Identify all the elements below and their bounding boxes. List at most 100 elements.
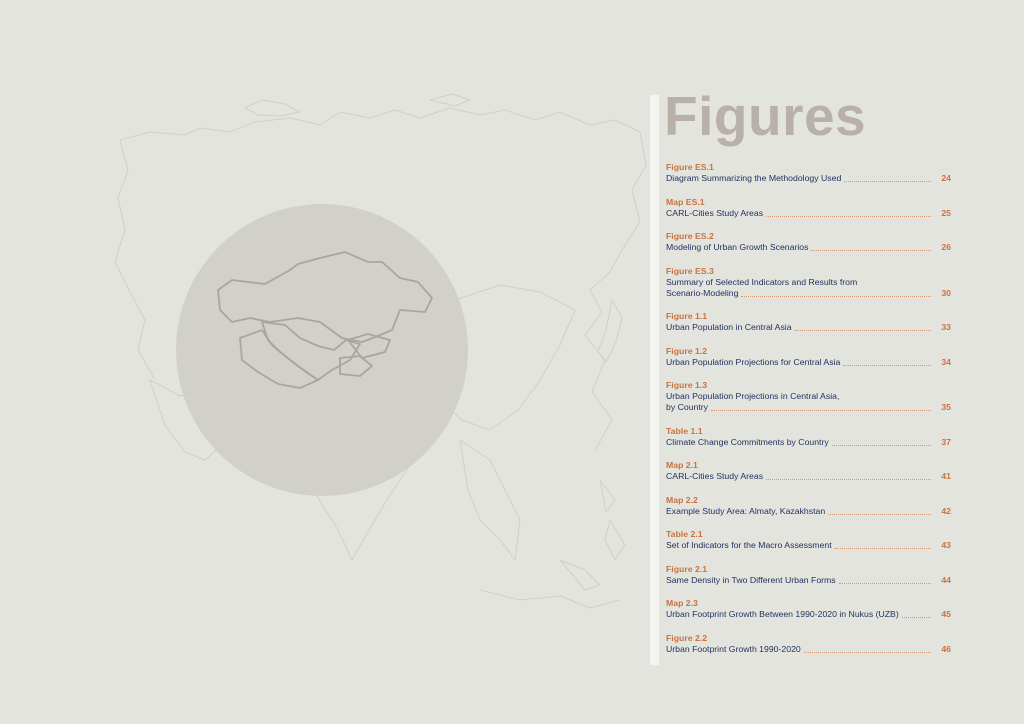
toc-entry[interactable]: Map ES.1 CARL-Cities Study Areas 25 xyxy=(666,197,951,219)
toc-entry-title: Scenario-Modeling xyxy=(666,287,739,298)
toc-entry-title: Summary of Selected Indicators and Resul… xyxy=(666,276,858,287)
toc-page-number: 45 xyxy=(941,609,951,619)
figures-list: Figure ES.1 Diagram Summarizing the Metho… xyxy=(666,162,951,667)
toc-entry[interactable]: Figure 2.2 Urban Footprint Growth 1990-20… xyxy=(666,633,951,655)
toc-entry-label: Figure 1.1 xyxy=(666,311,708,321)
toc-page-number: 33 xyxy=(941,322,951,332)
page-title: Figures xyxy=(664,85,867,147)
toc-entry-title: by Country xyxy=(666,402,709,412)
toc-page-number: 26 xyxy=(941,242,951,252)
toc-accent-bar xyxy=(650,95,659,665)
toc-entry-line: Urban Footprint Growth Between 1990-2020… xyxy=(666,609,951,620)
toc-entry[interactable]: Figure ES.1 Diagram Summarizing the Metho… xyxy=(666,162,951,184)
central-asia-highlight-circle xyxy=(176,204,468,496)
toc-page-number: 30 xyxy=(941,287,951,298)
toc-entry-label: Map 2.3 xyxy=(666,598,698,608)
toc-entry-title: CARL-Cities Study Areas xyxy=(666,471,764,481)
russia-coast-outline xyxy=(119,107,641,141)
toc-page-number: 35 xyxy=(941,402,951,412)
toc-dot-leader xyxy=(766,215,931,217)
toc-entry-label: Figure ES.2 xyxy=(666,231,714,241)
toc-entry-line: Same Density in Two Different Urban Form… xyxy=(666,575,951,586)
toc-entry-label: Figure ES.1 xyxy=(666,162,714,172)
toc-entry-line: Scenario-Modeling 30 xyxy=(666,288,951,299)
russia-island-outline-2 xyxy=(429,93,471,107)
toc-entry-label: Figure 1.3 xyxy=(666,380,708,390)
toc-dot-leader xyxy=(711,410,931,411)
toc-entry-label: Map 2.1 xyxy=(666,460,698,470)
toc-entry-label: Figure 2.2 xyxy=(666,632,708,643)
toc-entry-line: Modeling of Urban Growth Scenarios 26 xyxy=(666,242,951,253)
toc-page-number: 24 xyxy=(941,173,951,183)
toc-entry[interactable]: Figure ES.3 Summary of Selected Indicator… xyxy=(666,266,951,299)
toc-entry-label: Figure 2.1 xyxy=(666,563,708,574)
islands-outline xyxy=(479,589,621,609)
toc-entry-title: Urban Population in Central Asia xyxy=(666,322,792,332)
toc-dot-leader xyxy=(828,513,931,515)
toc-dot-leader xyxy=(844,181,931,182)
toc-entry[interactable]: Map 2.3 Urban Footprint Growth Between 19… xyxy=(666,598,951,620)
toc-entry-title: Climate Change Commitments by Country xyxy=(666,436,829,447)
toc-entry-line: Urban Footprint Growth 1990-2020 46 xyxy=(666,644,951,655)
toc-entry-title: Set of Indicators for the Macro Assessme… xyxy=(666,540,832,550)
japan-outline xyxy=(597,299,623,363)
se-asia-outline xyxy=(459,439,521,561)
toc-entry-label: Map 2.2 xyxy=(666,494,698,505)
toc-entry[interactable]: Map 2.2 Example Study Area: Almaty, Kazak… xyxy=(666,495,951,517)
toc-page-number: 44 xyxy=(941,574,951,585)
toc-entry-label: Table 1.1 xyxy=(666,425,703,436)
toc-entry-title: Urban Population Projections in Central … xyxy=(666,391,840,401)
toc-page-number: 34 xyxy=(941,356,951,367)
toc-dot-leader xyxy=(834,548,931,549)
toc-entry-line: Urban Population in Central Asia 33 xyxy=(666,322,951,333)
western-border-outline xyxy=(114,139,156,381)
toc-dot-leader xyxy=(741,295,931,297)
toc-entry-label: Figure ES.3 xyxy=(666,265,714,276)
toc-entry-title: Urban Footprint Growth 1990-2020 xyxy=(666,643,801,654)
toc-entry[interactable]: Figure 2.1 Same Density in Two Different … xyxy=(666,564,951,586)
toc-entry-line: Urban Population Projections for Central… xyxy=(666,357,951,368)
toc-entry-line: Example Study Area: Almaty, Kazakhstan 42 xyxy=(666,506,951,517)
russia-island-outline xyxy=(244,99,301,117)
toc-entry[interactable]: Figure 1.1 Urban Population in Central As… xyxy=(666,311,951,333)
islands-outline-2 xyxy=(559,559,601,591)
toc-dot-leader xyxy=(803,651,931,653)
toc-entry-label: Figure 1.2 xyxy=(666,345,708,356)
toc-entry-label: Map ES.1 xyxy=(666,196,705,207)
islands-outline-3 xyxy=(604,519,626,561)
toc-page-number: 43 xyxy=(941,540,951,550)
toc-page-number: 41 xyxy=(941,471,951,481)
toc-entry-line: Climate Change Commitments by Country 37 xyxy=(666,437,951,448)
toc-entry[interactable]: Figure ES.2 Modeling of Urban Growth Scen… xyxy=(666,231,951,253)
toc-entry-line: Diagram Summarizing the Methodology Used… xyxy=(666,173,951,184)
toc-entry[interactable]: Table 2.1 Set of Indicators for the Macro… xyxy=(666,529,951,551)
toc-dot-leader xyxy=(831,444,931,446)
toc-entry-line: by Country 35 xyxy=(666,402,951,413)
toc-entry-title: Modeling of Urban Growth Scenarios xyxy=(666,242,809,252)
toc-page-number: 25 xyxy=(941,207,951,218)
toc-page-number: 46 xyxy=(941,643,951,654)
toc-dot-leader xyxy=(838,582,931,584)
toc-dot-leader xyxy=(901,617,931,618)
toc-entry-line: CARL-Cities Study Areas 41 xyxy=(666,471,951,482)
east-coast-outline xyxy=(584,131,647,451)
toc-entry-title: Example Study Area: Almaty, Kazakhstan xyxy=(666,505,826,516)
toc-dot-leader xyxy=(794,330,931,331)
toc-dot-leader xyxy=(843,364,931,366)
toc-dot-leader xyxy=(811,250,931,251)
islands-outline-4 xyxy=(599,479,616,513)
toc-entry-line: Set of Indicators for the Macro Assessme… xyxy=(666,540,951,551)
toc-entry[interactable]: Figure 1.2 Urban Population Projections f… xyxy=(666,346,951,368)
toc-entry[interactable]: Map 2.1 CARL-Cities Study Areas 41 xyxy=(666,460,951,482)
toc-entry-title: Urban Footprint Growth Between 1990-2020… xyxy=(666,609,899,619)
toc-entry[interactable]: Figure 1.3 Urban Population Projections i… xyxy=(666,380,951,413)
toc-entry-title: Diagram Summarizing the Methodology Used xyxy=(666,173,842,183)
toc-entry-title: CARL-Cities Study Areas xyxy=(666,207,764,218)
toc-entry[interactable]: Table 1.1 Climate Change Commitments by C… xyxy=(666,426,951,448)
toc-entry-title: Urban Population Projections for Central… xyxy=(666,356,841,367)
toc-entry-title: Same Density in Two Different Urban Form… xyxy=(666,574,836,585)
toc-dot-leader xyxy=(766,479,931,480)
toc-page-number: 37 xyxy=(941,436,951,447)
toc-entry-label: Table 2.1 xyxy=(666,529,703,539)
toc-page-number: 42 xyxy=(941,505,951,516)
